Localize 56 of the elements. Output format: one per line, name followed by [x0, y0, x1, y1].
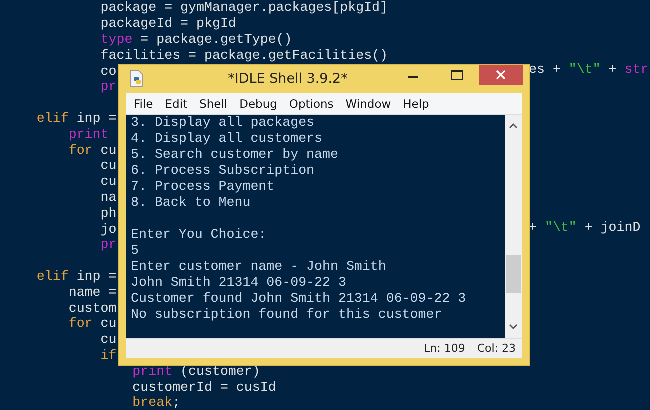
shell-output-line: 7. Process Payment	[131, 179, 276, 195]
column-number: Col: 23	[477, 342, 516, 355]
close-button[interactable]	[478, 65, 523, 85]
window-title: *IDLE Shell 3.9.2*	[227, 71, 348, 87]
code-text: es + "\t" + str	[529, 63, 649, 76]
code-text: cu	[100, 333, 117, 346]
code-text: type = package.getType()	[100, 32, 292, 46]
code-text: cu	[100, 159, 117, 172]
code-text: name =	[68, 286, 117, 299]
menu-item[interactable]: Shell	[194, 96, 234, 110]
shell-output-line: 5	[131, 243, 140, 259]
shell-output-line: Enter You Choice:	[131, 227, 268, 243]
code-text: pr	[100, 238, 117, 252]
shell-output-line: John Smith 21314 06-09-22 3	[131, 275, 348, 291]
shell-output-line: 8. Back to Menu	[131, 195, 252, 211]
menu-item[interactable]: Edit	[159, 96, 194, 110]
code-text: custom	[68, 302, 117, 315]
code-text: break;	[132, 396, 181, 410]
code-text: pr	[100, 80, 117, 94]
code-text: print (customer)	[132, 364, 260, 378]
shell-output-line: 6. Process Subscription	[131, 163, 316, 179]
menu-item[interactable]: File	[128, 96, 160, 110]
shell-output-line: Customer found John Smith 21314 06-09-22 3	[131, 291, 468, 307]
code-text: customerId = cusId	[132, 380, 276, 394]
line-number: Ln: 109	[424, 342, 466, 355]
scroll-down-icon[interactable]	[509, 324, 518, 330]
code-text: co	[100, 64, 117, 78]
shell-output-line: 4. Display all customers	[131, 131, 324, 147]
code-text: ph	[100, 206, 117, 220]
menu-item[interactable]: Debug	[234, 96, 284, 110]
menu-item[interactable]: Options	[283, 96, 340, 110]
code-text: facilities = package.getFacilities()	[100, 48, 388, 62]
code-text: packageId = pkgId	[100, 17, 236, 30]
code-text: elif inp =	[36, 270, 117, 283]
menu-item[interactable]: Help	[397, 96, 436, 110]
python-file-icon	[129, 70, 145, 88]
shell-output-line: 3. Display all packages	[131, 115, 316, 131]
code-text: package = gymManager.packages[pkgId]	[100, 1, 388, 14]
scroll-up-icon[interactable]	[509, 123, 518, 129]
shell-output-line: 5. Search customer by name	[131, 147, 340, 163]
maximize-icon	[450, 70, 463, 80]
code-text: na	[100, 190, 117, 204]
code-text: for cu	[68, 144, 117, 157]
shell-output-line: Enter customer name - John Smith	[131, 259, 388, 275]
close-icon	[496, 70, 506, 80]
scroll-thumb[interactable]	[506, 255, 521, 293]
code-text: + "\t" + joinD	[529, 221, 641, 234]
menu-item[interactable]: Window	[340, 96, 398, 110]
code-text: print	[68, 128, 109, 141]
code-text: jo	[100, 222, 117, 236]
scrollbar[interactable]	[505, 115, 522, 338]
shell-output-line: No subscription found for this customer	[131, 307, 444, 323]
code-text: elif inp =	[36, 112, 117, 125]
code-text: if	[100, 348, 117, 362]
code-text: cu	[100, 175, 117, 188]
code-text: for cu	[68, 317, 117, 330]
